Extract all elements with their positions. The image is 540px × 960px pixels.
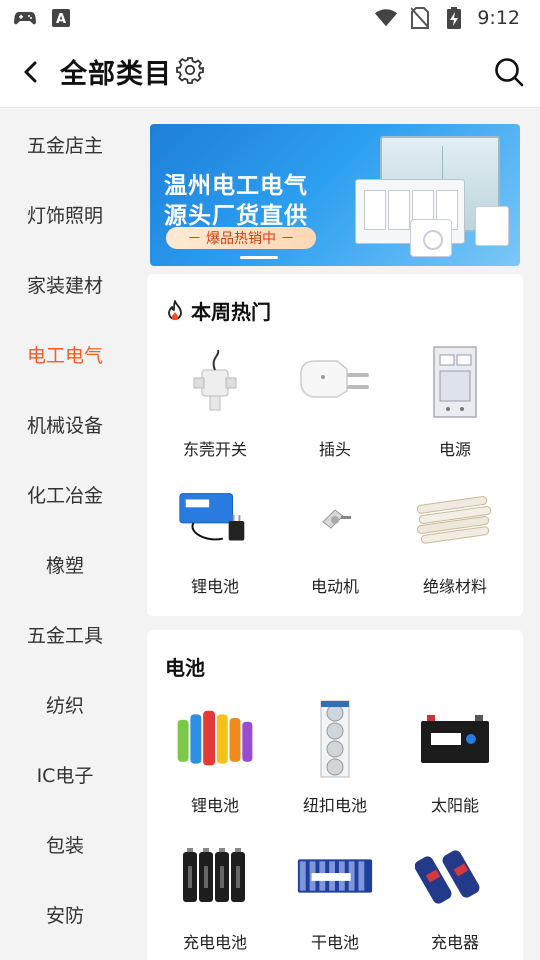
promo-banner[interactable]: 温州电工电气 源头厂货直供 － 爆品热销中 － (150, 124, 520, 266)
sidebar-item-hardware-tools[interactable]: 五金工具 (0, 599, 130, 669)
section-title-text: 本周热门 (191, 300, 271, 324)
category-content: 温州电工电气 源头厂货直供 － 爆品热销中 － 本周热门 东莞开关 插头 电源 … (130, 109, 540, 960)
sidebar-item-security[interactable]: 安防 (0, 879, 130, 949)
category-item[interactable]: 东莞开关 (155, 336, 275, 473)
search-icon (495, 57, 524, 86)
category-item[interactable]: 充电电池 (155, 829, 275, 960)
banner-headline: 温州电工电气 (164, 173, 308, 199)
back-chevron-icon (24, 61, 37, 82)
svg-text:A: A (56, 12, 66, 27)
category-item-label: 绝缘材料 (422, 577, 487, 596)
dry-cell-pack-icon (294, 835, 376, 917)
gear-icon (176, 56, 204, 84)
sidebar-item-lighting[interactable]: 灯饰照明 (0, 179, 130, 249)
banner-tag: － 爆品热销中 － (166, 227, 316, 249)
sidebar-item-machinery[interactable]: 机械设备 (0, 389, 130, 459)
category-item[interactable]: 电动机 (275, 473, 395, 610)
keyboard-a-icon: A (50, 7, 72, 29)
sidebar-item-ic-electronics[interactable]: IC电子 (0, 739, 130, 809)
category-item[interactable]: 插头 (275, 336, 395, 473)
power-cabinet-icon (414, 342, 496, 424)
category-item[interactable]: 干电池 (275, 829, 395, 960)
sidebar-item-textile[interactable]: 纺织 (0, 669, 130, 739)
sidebar-item-electrical[interactable]: 电工电气 (0, 319, 130, 389)
charger-cells-icon (414, 835, 496, 917)
category-item-label: 锂电池 (190, 796, 239, 815)
category-item-label: 充电器 (430, 933, 479, 952)
category-item-label: 插头 (318, 440, 351, 459)
category-item[interactable]: 电源 (395, 336, 515, 473)
category-item-label: 太阳能 (430, 796, 479, 815)
valve-switch-icon (174, 342, 256, 424)
search-button[interactable] (492, 55, 526, 89)
back-button[interactable] (2, 42, 58, 102)
category-item-label: 东莞开关 (182, 440, 247, 459)
category-sidebar: 五金店主 灯饰照明 家装建材 电工电气 机械设备 化工冶金 橡塑 五金工具 纺织… (0, 109, 130, 960)
battery-charging-icon (443, 7, 465, 29)
status-bar: A 9:12 (0, 0, 540, 36)
page-title: 全部类目 (60, 59, 172, 90)
category-item-label: 电源 (438, 440, 471, 459)
sidebar-item-packaging[interactable]: 包装 (0, 809, 130, 879)
sidebar-item-chemical-metallurgy[interactable]: 化工冶金 (0, 459, 130, 529)
battery-pack-icon (174, 479, 256, 561)
category-item[interactable]: 锂电池 (155, 473, 275, 610)
wifi-icon (375, 7, 398, 29)
coin-cell-icon (294, 698, 376, 780)
rechargeable-cells-icon (174, 835, 256, 917)
sidebar-item-rubber-plastic[interactable]: 橡塑 (0, 529, 130, 599)
category-item[interactable]: 纽扣电池 (275, 692, 395, 829)
category-item-label: 纽扣电池 (302, 796, 367, 815)
wall-switch-image (475, 206, 509, 246)
category-item-label: 干电池 (310, 933, 359, 952)
wall-socket-image (410, 219, 452, 257)
banner-pager (240, 256, 278, 259)
motor-icon (294, 479, 376, 561)
sidebar-item-building-materials[interactable]: 家装建材 (0, 249, 130, 319)
category-item-label: 充电电池 (182, 933, 247, 952)
banner-subheadline: 源头厂货直供 (164, 203, 308, 229)
clock: 9:12 (477, 7, 520, 29)
section-title-text: 电池 (165, 656, 205, 680)
section-title: 本周热门 (165, 296, 271, 325)
sidebar-item-hardware-store[interactable]: 五金店主 (0, 109, 130, 179)
settings-button[interactable] (176, 56, 204, 84)
solar-battery-icon (414, 698, 496, 780)
category-item-label: 锂电池 (190, 577, 239, 596)
category-item[interactable]: 充电器 (395, 829, 515, 960)
top-app-bar: 全部类目 (0, 36, 540, 108)
category-item[interactable]: 锂电池 (155, 692, 275, 829)
category-item-label: 电动机 (310, 577, 359, 596)
flame-icon (168, 299, 182, 320)
hot-section-card: 本周热门 东莞开关 插头 电源 锂电池 电动机 绝缘材料 (147, 274, 523, 616)
battery-items-grid: 锂电池 纽扣电池 太阳能 充电电池 干电池 充电器 (155, 692, 515, 960)
section-title: 电池 (165, 652, 205, 681)
category-item[interactable]: 太阳能 (395, 692, 515, 829)
gamepad-icon (14, 7, 36, 29)
colored-cells-icon (174, 698, 256, 780)
battery-section-card: 电池 锂电池 纽扣电池 太阳能 充电电池 干电池 充电器 (147, 630, 523, 960)
no-sim-icon (409, 7, 431, 29)
hot-items-grid: 东莞开关 插头 电源 锂电池 电动机 绝缘材料 (155, 336, 515, 610)
category-item[interactable]: 绝缘材料 (395, 473, 515, 610)
plug-icon (294, 342, 376, 424)
insulation-tube-icon (414, 479, 496, 561)
